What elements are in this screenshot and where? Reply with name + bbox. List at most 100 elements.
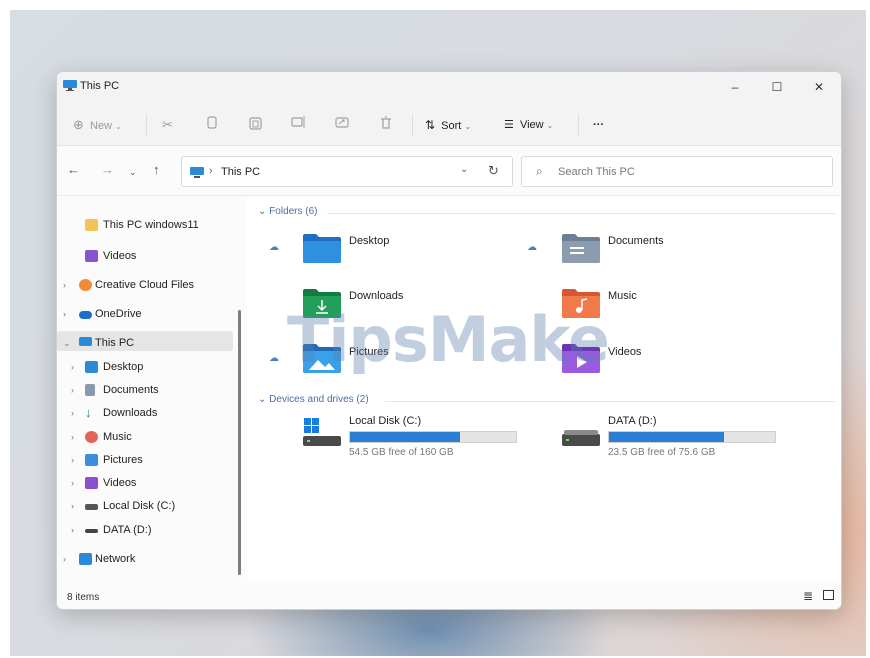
- search-box[interactable]: ⌕ Search This PC: [521, 156, 833, 187]
- chevron-down-icon[interactable]: ⌄: [63, 334, 73, 352]
- refresh-icon[interactable]: ↻: [488, 163, 499, 179]
- new-button[interactable]: ⊕ New ⌄: [73, 116, 122, 134]
- copy-icon[interactable]: [206, 116, 218, 134]
- drive-label-c[interactable]: Local Disk (C:): [349, 415, 421, 427]
- rename-icon[interactable]: [291, 116, 306, 134]
- section-divider: [327, 213, 835, 214]
- back-arrow-icon[interactable]: ←: [67, 163, 80, 177]
- sidebar-item-creative-cloud-files[interactable]: › Creative Cloud Files: [63, 276, 194, 294]
- folder-label-music[interactable]: Music: [608, 290, 637, 302]
- toolbar-divider: [412, 114, 413, 136]
- drive-icon[interactable]: [562, 418, 600, 448]
- sort-button[interactable]: ⇅ Sort ⌄: [425, 116, 471, 134]
- sidebar-item-documents[interactable]: › Documents: [71, 381, 159, 399]
- sidebar-item-desktop[interactable]: › Desktop: [71, 358, 143, 376]
- sidebar-item-this-pc[interactable]: ⌄ This PC: [63, 334, 134, 352]
- minimize-button[interactable]: –: [715, 74, 755, 100]
- command-bar: ⊕ New ⌄ ✂ ⇅ Sort ⌄ ☰ View ⌄ ···: [57, 102, 841, 146]
- forward-arrow-icon[interactable]: →: [101, 163, 114, 177]
- desktop-folder-icon[interactable]: [303, 233, 341, 263]
- sidebar-item-onedrive[interactable]: › OneDrive: [63, 305, 141, 323]
- cut-icon[interactable]: ✂: [162, 116, 173, 134]
- drives-section-header[interactable]: ⌄ Devices and drives (2): [258, 394, 369, 405]
- new-label: New: [89, 120, 112, 132]
- videos-icon: [85, 250, 98, 262]
- drive-label-d[interactable]: DATA (D:): [608, 415, 656, 427]
- cloud-icon: [79, 311, 92, 319]
- more-options-button[interactable]: ···: [593, 116, 604, 134]
- chevron-right-icon[interactable]: ›: [63, 550, 73, 568]
- drive-usage-bar-c: [349, 431, 517, 443]
- documents-folder-icon[interactable]: [562, 233, 600, 263]
- navigation-pane: This PC windows11 Videos › Creative Clou…: [57, 196, 242, 581]
- close-button[interactable]: ✕: [799, 74, 839, 100]
- sidebar-item-videos-pinned[interactable]: Videos: [85, 247, 136, 265]
- sidebar-item-label: Videos: [103, 250, 137, 262]
- folder-label-downloads[interactable]: Downloads: [349, 290, 403, 302]
- folders-section-header[interactable]: ⌄ Folders (6): [258, 206, 318, 217]
- folder-label-documents[interactable]: Documents: [608, 235, 664, 247]
- sort-icon: ⇅: [425, 118, 436, 132]
- sidebar-item-data-d[interactable]: › DATA (D:): [71, 521, 151, 539]
- sidebar-item-downloads[interactable]: › ↓ Downloads: [71, 404, 157, 422]
- drive-free-space-d: 23.5 GB free of 75.6 GB: [608, 447, 716, 458]
- sidebar-item-label: Pictures: [103, 454, 143, 466]
- up-arrow-icon[interactable]: ↑: [153, 163, 160, 177]
- folder-label-desktop[interactable]: Desktop: [349, 235, 389, 247]
- breadcrumb-separator-icon: ›: [209, 165, 213, 177]
- sidebar-item-label: Documents: [103, 384, 159, 396]
- item-count: 8 items: [67, 592, 100, 603]
- sidebar-item-label: Music: [103, 431, 132, 443]
- drive-usage-fill-d: [609, 432, 724, 442]
- recent-locations-chevron-icon[interactable]: ⌄: [129, 165, 137, 179]
- cloud-sync-icon: ☁: [269, 242, 279, 253]
- chevron-right-icon[interactable]: ›: [71, 381, 81, 399]
- folder-label-videos[interactable]: Videos: [608, 346, 641, 358]
- search-placeholder: Search This PC: [558, 166, 635, 178]
- chevron-down-icon[interactable]: ⌄: [460, 164, 468, 175]
- sidebar-item-local-disk-c[interactable]: › Local Disk (C:): [71, 497, 175, 515]
- maximize-button[interactable]: ☐: [757, 74, 797, 100]
- chevron-down-icon: ⌄: [258, 206, 267, 217]
- chevron-right-icon[interactable]: ›: [63, 305, 73, 323]
- toolbar-divider: [578, 114, 579, 136]
- tiles-view-icon[interactable]: [823, 590, 834, 600]
- music-icon: [85, 431, 98, 443]
- sidebar-item-label: Network: [95, 553, 136, 565]
- chevron-right-icon[interactable]: ›: [71, 521, 81, 539]
- paste-icon[interactable]: [249, 116, 262, 134]
- sidebar-item-videos[interactable]: › Videos: [71, 474, 136, 492]
- sidebar-item-label: Local Disk (C:): [103, 500, 176, 512]
- chevron-right-icon[interactable]: ›: [71, 404, 81, 422]
- view-icon: ☰: [504, 119, 514, 131]
- details-view-icon[interactable]: ≣: [803, 589, 813, 603]
- view-button[interactable]: ☰ View ⌄: [504, 116, 553, 134]
- window-title: This PC: [80, 80, 120, 92]
- chevron-right-icon[interactable]: ›: [63, 276, 73, 294]
- windows-drive-icon[interactable]: [303, 418, 341, 448]
- sidebar-item-this-pc-windows11[interactable]: This PC windows11: [85, 216, 199, 234]
- share-icon[interactable]: [335, 116, 349, 134]
- watermark-text: TipsMake: [287, 303, 610, 376]
- chevron-right-icon[interactable]: ›: [71, 451, 81, 469]
- sidebar-item-pictures[interactable]: › Pictures: [71, 451, 143, 469]
- breadcrumb-this-pc[interactable]: This PC: [221, 166, 260, 178]
- sidebar-item-music[interactable]: › Music: [71, 428, 132, 446]
- folder-icon: [85, 219, 98, 231]
- chevron-down-icon: ⌄: [464, 122, 472, 131]
- chevron-right-icon[interactable]: ›: [71, 358, 81, 376]
- sidebar-item-label: Videos: [103, 477, 137, 489]
- search-icon: ⌕: [536, 164, 543, 178]
- sidebar-item-network[interactable]: › Network: [63, 550, 135, 568]
- pictures-icon: [85, 454, 98, 466]
- sidebar-item-label: DATA (D:): [103, 524, 152, 536]
- chevron-right-icon[interactable]: ›: [71, 474, 81, 492]
- address-bar[interactable]: › This PC ⌄ ↻: [181, 156, 513, 187]
- delete-icon[interactable]: [380, 116, 392, 134]
- drives-header-label: Devices and drives (2): [269, 394, 369, 405]
- sort-label: Sort: [441, 120, 462, 132]
- navigation-scrollbar[interactable]: [238, 310, 241, 575]
- section-divider: [385, 401, 835, 402]
- chevron-right-icon[interactable]: ›: [71, 497, 81, 515]
- chevron-right-icon[interactable]: ›: [71, 428, 81, 446]
